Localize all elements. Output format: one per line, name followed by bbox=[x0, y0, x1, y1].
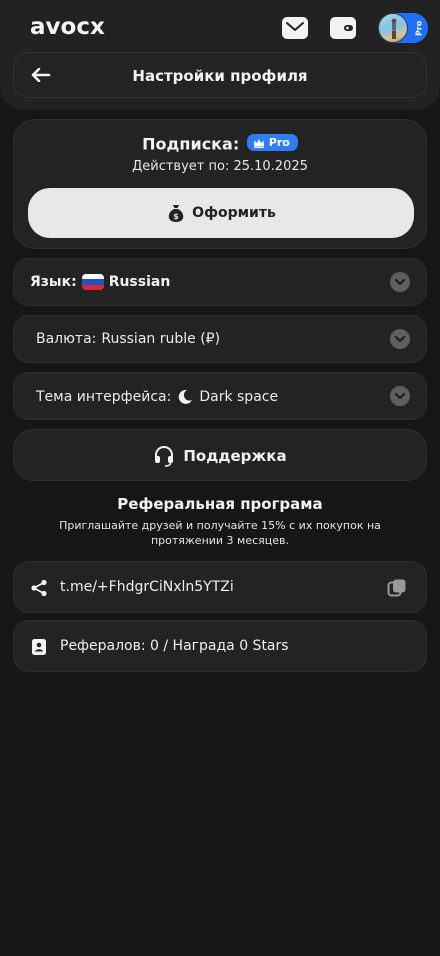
share-icon[interactable] bbox=[30, 579, 48, 597]
referral-stats: Рефералов: 0 / Награда 0 Stars bbox=[60, 638, 289, 654]
language-select[interactable]: Язык: Russian bbox=[13, 258, 427, 306]
chevron-down-icon[interactable] bbox=[390, 329, 410, 349]
copy-icon[interactable] bbox=[386, 577, 408, 599]
referral-description: Приглашайте друзей и получайте 15% с их … bbox=[59, 519, 381, 547]
currency-select[interactable]: Валюта: Russian ruble (₽) bbox=[13, 315, 427, 363]
pro-badge: Pro bbox=[246, 134, 298, 151]
avatar-pro-badge: Pro bbox=[414, 20, 424, 36]
app-logo[interactable]: avocx bbox=[30, 14, 105, 40]
profile-avatar-button[interactable]: Pro bbox=[378, 13, 428, 43]
support-label: Поддержка bbox=[183, 447, 287, 465]
referral-link[interactable]: t.me/+FhdgrCiNxln5YTZi bbox=[60, 579, 234, 595]
language-field: Язык: Russian bbox=[30, 274, 170, 290]
subscription-status: Подписка: Pro bbox=[14, 134, 426, 154]
chevron-down-icon[interactable] bbox=[390, 386, 410, 406]
subscription-card: Подписка: Pro Действует по: 25.10.2025 $… bbox=[13, 119, 427, 249]
referral-stats-row: Рефералов: 0 / Награда 0 Stars bbox=[13, 620, 427, 672]
support-button-content: Поддержка bbox=[14, 445, 426, 467]
theme-field: Тема интерфейса: Dark space bbox=[36, 388, 278, 406]
language-label: Язык: bbox=[30, 274, 77, 290]
language-value: Russian bbox=[108, 274, 171, 290]
subscribe-button-label: Оформить bbox=[192, 205, 276, 221]
russia-flag-icon bbox=[81, 274, 104, 290]
moon-icon bbox=[179, 389, 193, 404]
wallet-icon[interactable] bbox=[330, 17, 356, 39]
avatar bbox=[378, 13, 408, 43]
support-button[interactable]: Поддержка bbox=[13, 429, 427, 481]
headset-icon bbox=[155, 446, 174, 467]
mail-icon[interactable] bbox=[282, 17, 308, 39]
referral-link-row[interactable]: t.me/+FhdgrCiNxln5YTZi bbox=[13, 561, 427, 613]
money-bag-icon: $ bbox=[168, 205, 184, 222]
profile-settings-bar: Настройки профиля bbox=[13, 52, 427, 98]
currency-field: Валюта: Russian ruble (₽) bbox=[36, 331, 220, 347]
subscription-valid-until: Действует по: 25.10.2025 bbox=[132, 159, 308, 174]
subscription-label: Подписка: bbox=[142, 134, 240, 154]
currency-value: Russian ruble (₽) bbox=[101, 331, 221, 347]
referral-title: Реферальная програма bbox=[117, 495, 323, 513]
top-header: avocx Pro Настройки профиля bbox=[0, 0, 440, 110]
crown-icon bbox=[253, 138, 264, 148]
chevron-down-icon[interactable] bbox=[390, 272, 410, 292]
currency-label: Валюта: bbox=[36, 331, 97, 347]
theme-value: Dark space bbox=[199, 389, 279, 405]
svg-text:$: $ bbox=[173, 212, 179, 221]
pro-badge-label: Pro bbox=[268, 136, 290, 149]
theme-select[interactable]: Тема интерфейса: Dark space bbox=[13, 372, 427, 420]
theme-label: Тема интерфейса: bbox=[36, 389, 172, 405]
page-title: Настройки профиля bbox=[132, 67, 308, 85]
contact-card-icon bbox=[30, 638, 48, 656]
subscribe-button[interactable]: $ Оформить bbox=[28, 188, 414, 238]
